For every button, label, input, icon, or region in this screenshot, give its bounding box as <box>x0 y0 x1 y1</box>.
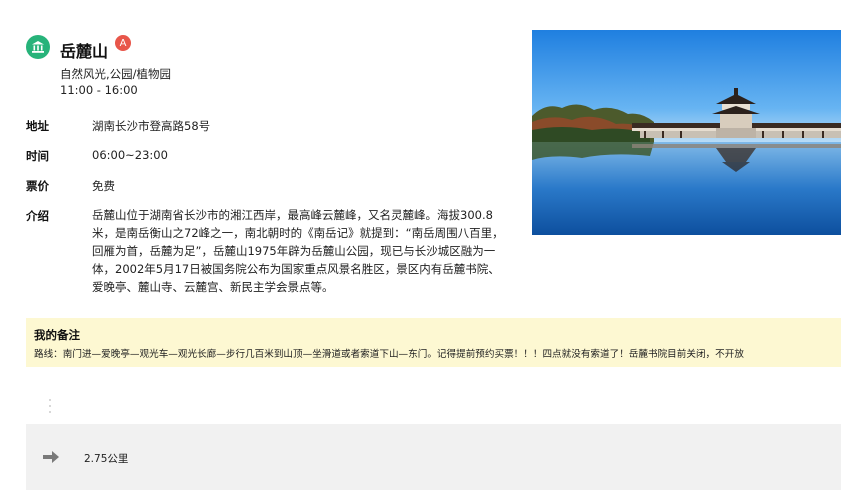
lake-pavilion-image <box>532 30 841 235</box>
ticket-value: 免费 <box>92 179 115 193</box>
intro-text: 岳麓山位于湖南省长沙市的湘江西岸，最高峰云麓峰，又名灵麓峰。海拔300.8米，是… <box>92 208 504 294</box>
map-marker-badge: A <box>115 35 131 51</box>
ticket-label: 票价 <box>26 179 49 193</box>
note-title: 我的备注 <box>34 328 80 342</box>
landmark-icon <box>26 35 50 59</box>
poi-title: 岳麓山 <box>60 42 109 61</box>
arrow-right-icon <box>42 449 60 465</box>
route-segment[interactable]: 2.75公里 <box>26 424 841 490</box>
poi-category: 自然风光,公园/植物园 <box>60 67 172 81</box>
address-value: 湖南长沙市登高路58号 <box>92 119 211 133</box>
drag-handle-icon[interactable] <box>48 399 52 417</box>
time-label: 时间 <box>26 149 49 163</box>
intro-label: 介绍 <box>26 209 49 223</box>
route-distance: 2.75公里 <box>84 453 129 465</box>
poi-hours: 11:00 - 16:00 <box>60 83 138 97</box>
address-label: 地址 <box>26 119 49 133</box>
poi-photo[interactable] <box>532 30 841 235</box>
time-value: 06:00~23:00 <box>92 148 168 162</box>
note-text: 路线：南门进—爱晚亭—观光车—观光长廊—步行几百米到山顶—坐滑道或者索道下山—东… <box>34 349 744 360</box>
my-note: 我的备注 路线：南门进—爱晚亭—观光车—观光长廊—步行几百米到山顶—坐滑道或者索… <box>26 318 841 367</box>
